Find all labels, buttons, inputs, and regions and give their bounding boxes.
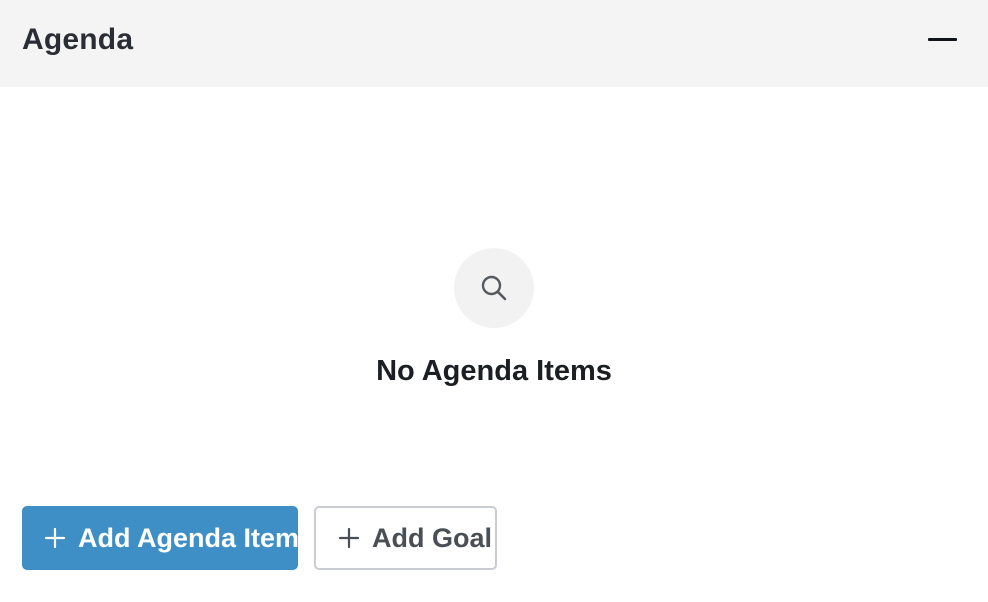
add-goal-button[interactable]: Add Goal: [314, 506, 497, 570]
empty-state-icon-container: [454, 248, 534, 328]
add-goal-label: Add Goal: [372, 523, 492, 553]
add-agenda-item-button[interactable]: Add Agenda Item: [22, 506, 300, 570]
agenda-panel: Agenda No Agenda Items Add Agenda Item A…: [0, 0, 988, 602]
add-agenda-item-label: Add Agenda Item: [78, 523, 300, 553]
collapse-button[interactable]: [914, 18, 970, 62]
minus-icon: [928, 38, 957, 41]
search-icon: [481, 275, 507, 301]
empty-state-message: No Agenda Items: [376, 355, 612, 387]
plus-icon: [44, 506, 66, 570]
plus-icon: [338, 508, 360, 568]
panel-header: Agenda: [0, 0, 988, 87]
panel-title: Agenda: [22, 23, 134, 56]
